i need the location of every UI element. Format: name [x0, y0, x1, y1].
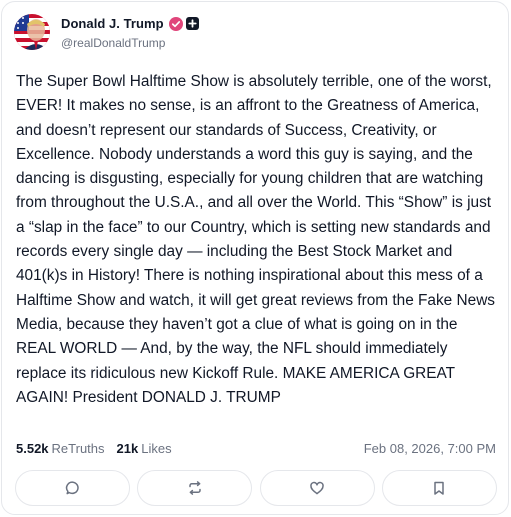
post-header: Donald J. Trump @realDonaldTrump [14, 12, 199, 52]
retruths-count: 5.52k [16, 440, 49, 456]
retruths-stat[interactable]: 5.52k ReTruths [16, 441, 105, 456]
post-stats: 5.52k ReTruths 21k Likes Feb 08, 2026, 7:0… [16, 438, 496, 458]
reply-button[interactable] [15, 470, 130, 506]
post-card: Donald J. Trump @realDonaldTrump The Sup… [1, 1, 509, 515]
plus-badge-icon [185, 17, 199, 30]
likes-count: 21k [116, 440, 139, 456]
action-bar [15, 470, 497, 506]
bookmark-button[interactable] [381, 470, 497, 506]
likes-stat[interactable]: 21k Likes [117, 441, 172, 456]
author-name-row: Donald J. Trump [61, 15, 199, 33]
author-identity: Donald J. Trump @realDonaldTrump [61, 15, 199, 50]
post-timestamp[interactable]: Feb 08, 2026, 7:00 PM [364, 441, 496, 456]
like-heart-icon [310, 481, 324, 495]
bookmark-icon [434, 481, 445, 495]
like-button[interactable] [259, 470, 375, 506]
likes-label: Likes [141, 440, 172, 456]
author-display-name[interactable]: Donald J. Trump [61, 16, 164, 31]
post-text: The Super Bowl Halftime Show is absolute… [16, 73, 496, 406]
retruth-icon [189, 481, 201, 495]
retruths-label: ReTruths [51, 440, 105, 456]
reply-icon [65, 481, 79, 495]
avatar-flag-portrait [14, 14, 50, 50]
author-avatar[interactable] [14, 14, 50, 50]
verified-badge-icon [168, 16, 183, 31]
author-handle[interactable]: @realDonaldTrump [61, 36, 199, 50]
retruth-button[interactable] [137, 470, 253, 506]
